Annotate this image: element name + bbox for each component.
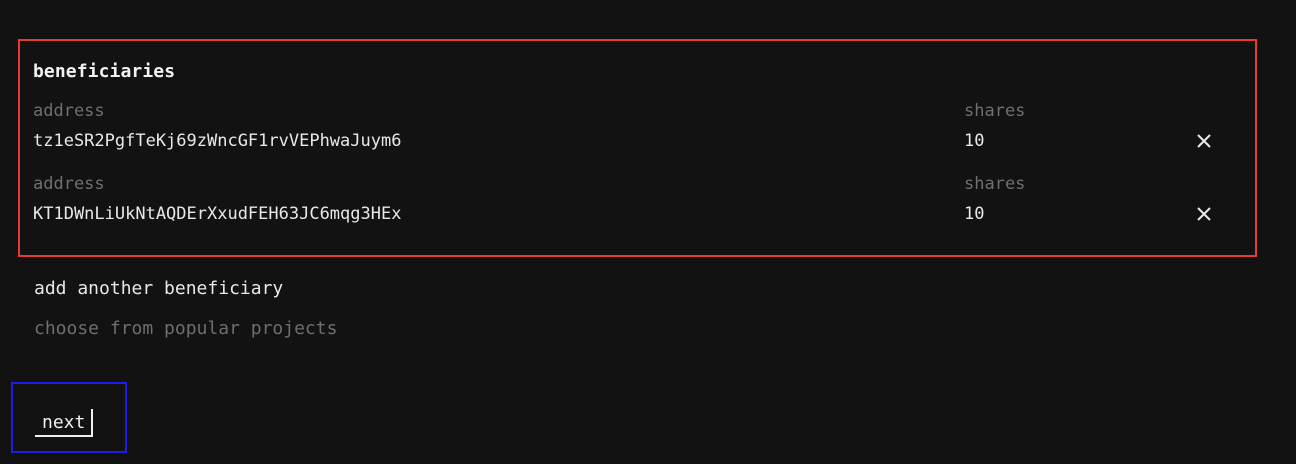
address-value[interactable]: KT1DWnLiUkNtAQDErXxudFEH63JC6mqg3HEx — [33, 204, 401, 224]
address-label: address — [33, 101, 105, 121]
add-beneficiary-button[interactable]: add another beneficiary — [34, 278, 283, 299]
next-button-highlight: next — [11, 382, 127, 453]
shares-value[interactable]: 10 — [964, 131, 984, 151]
shares-value[interactable]: 10 — [964, 204, 984, 224]
close-icon — [1197, 207, 1211, 221]
shares-label: shares — [964, 174, 1026, 194]
beneficiary-row: address KT1DWnLiUkNtAQDErXxudFEH63JC6mqg… — [20, 174, 1255, 234]
remove-beneficiary-button[interactable] — [1190, 127, 1218, 155]
beneficiaries-panel: beneficiaries address tz1eSR2PgfTeKj69zW… — [18, 39, 1257, 257]
close-icon — [1197, 134, 1211, 148]
next-button[interactable]: next — [35, 409, 94, 437]
remove-beneficiary-button[interactable] — [1190, 200, 1218, 228]
beneficiary-row: address tz1eSR2PgfTeKj69zWncGF1rvVEPhwaJ… — [20, 101, 1255, 161]
address-value[interactable]: tz1eSR2PgfTeKj69zWncGF1rvVEPhwaJuym6 — [33, 131, 401, 151]
shares-label: shares — [964, 101, 1026, 121]
choose-popular-projects-link[interactable]: choose from popular projects — [34, 318, 337, 339]
address-label: address — [33, 174, 105, 194]
beneficiaries-title: beneficiaries — [33, 61, 176, 82]
